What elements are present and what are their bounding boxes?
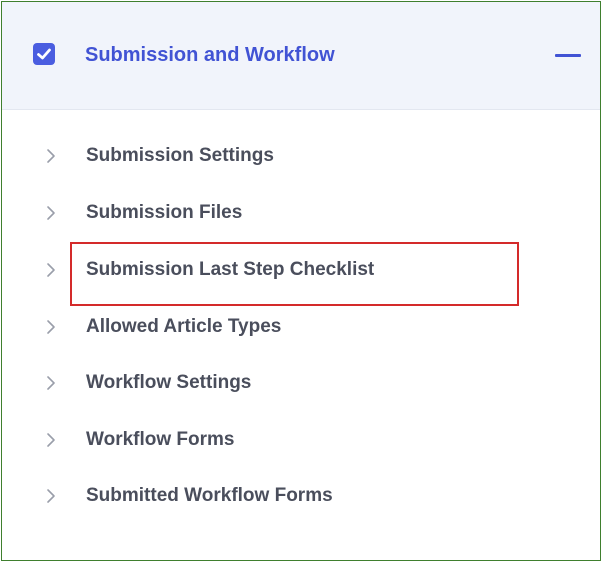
menu-item-submission-files[interactable]: Submission Files (2, 193, 562, 233)
menu-item-label: Allowed Article Types (86, 316, 282, 337)
menu-item-label: Submitted Workflow Forms (86, 485, 333, 506)
chevron-right-icon (47, 149, 55, 163)
menu-item-label: Submission Settings (86, 145, 274, 166)
chevron-right-icon (47, 433, 55, 447)
menu-item-allowed-article-types[interactable]: Allowed Article Types (2, 307, 562, 347)
menu-item-workflow-forms[interactable]: Workflow Forms (2, 420, 562, 460)
checkbox-checked-icon[interactable] (33, 43, 55, 65)
menu-item-submission-last-step-checklist[interactable]: Submission Last Step Checklist (2, 250, 562, 290)
minus-icon (555, 54, 581, 57)
settings-panel: Submission and Workflow Submission Setti… (1, 1, 601, 561)
section-header[interactable]: Submission and Workflow (2, 2, 600, 110)
menu-item-label: Workflow Settings (86, 372, 252, 393)
chevron-right-icon (47, 376, 55, 390)
menu-item-label: Workflow Forms (86, 429, 235, 450)
menu-item-label: Submission Last Step Checklist (86, 259, 375, 280)
menu-item-submitted-workflow-forms[interactable]: Submitted Workflow Forms (2, 476, 562, 516)
menu-item-workflow-settings[interactable]: Workflow Settings (2, 363, 562, 403)
menu-item-label: Submission Files (86, 202, 243, 223)
chevron-right-icon (47, 263, 55, 277)
section-title: Submission and Workflow (85, 44, 335, 66)
chevron-right-icon (47, 206, 55, 220)
collapse-button[interactable] (550, 50, 586, 62)
chevron-right-icon (47, 489, 55, 503)
chevron-right-icon (47, 320, 55, 334)
menu-item-submission-settings[interactable]: Submission Settings (2, 136, 562, 176)
